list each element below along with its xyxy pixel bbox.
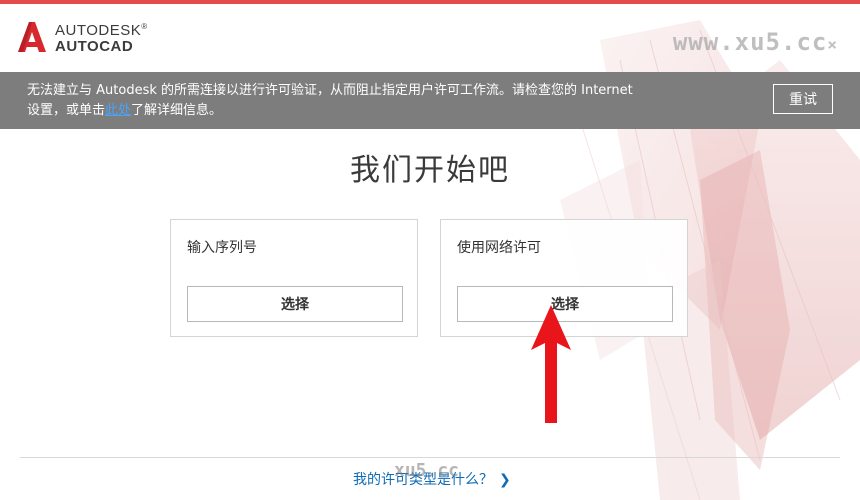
registered-mark: ® xyxy=(141,22,148,31)
warning-text-end: 了解详细信息。 xyxy=(131,103,223,118)
autocad-a-logo-icon xyxy=(18,22,46,52)
logo-line-autodesk: AUTODESK® xyxy=(55,22,148,39)
option-label-network-license: 使用网络许可 xyxy=(457,240,541,256)
logo-line-autocad: AUTOCAD xyxy=(55,38,134,55)
select-serial-number-button[interactable]: 选择 xyxy=(187,286,403,322)
connection-warning-bar: 无法建立与 Autodesk 的所需连接以进行许可验证，从而阻止指定用户许可工作… xyxy=(0,72,860,129)
autodesk-autocad-wordmark: AUTODESK® AUTOCAD xyxy=(55,19,148,55)
footer-divider xyxy=(20,457,840,458)
site-watermark: www.xu5.cc× xyxy=(672,28,838,56)
retry-button[interactable]: 重试 xyxy=(773,84,833,114)
license-type-help-text: 我的许可类型是什么？ xyxy=(353,472,493,488)
license-type-help-link[interactable]: 我的许可类型是什么？ ❯ xyxy=(353,469,511,489)
option-label-serial-number: 输入序列号 xyxy=(187,240,257,256)
red-arrow-up-icon xyxy=(531,305,571,423)
autocad-license-window: AUTODESK® AUTOCAD www.xu5.cc× 无法建立与 Auto… xyxy=(0,0,860,500)
page-title: 我们开始吧 xyxy=(350,153,510,188)
details-link[interactable]: 此处 xyxy=(105,103,131,118)
chevron-right-icon: ❯ xyxy=(499,472,511,488)
option-card-serial-number: 输入序列号 选择 xyxy=(170,219,418,337)
header: AUTODESK® AUTOCAD www.xu5.cc× xyxy=(0,4,860,72)
connection-warning-message: 无法建立与 Autodesk 的所需连接以进行许可验证，从而阻止指定用户许可工作… xyxy=(27,81,647,121)
